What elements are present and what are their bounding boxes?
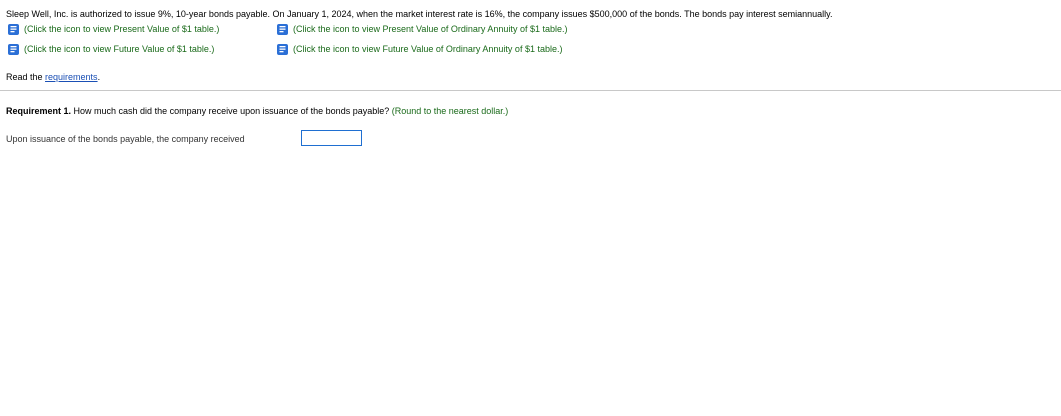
present-value-annuity-table-label[interactable]: (Click the icon to view Present Value of… [293, 24, 567, 35]
present-value-table-link[interactable]: (Click the icon to view Present Value of… [7, 23, 219, 36]
future-value-annuity-table-label[interactable]: (Click the icon to view Future Value of … [293, 44, 562, 55]
requirements-link[interactable]: requirements [45, 72, 98, 82]
read-suffix: . [97, 72, 101, 82]
problem-statement: Sleep Well, Inc. is authorized to issue … [6, 9, 833, 19]
requirement-label: Requirement 1. [6, 106, 72, 116]
book-icon[interactable] [7, 43, 20, 56]
book-icon[interactable] [276, 43, 289, 56]
requirement-question: Requirement 1. How much cash did the com… [6, 106, 508, 117]
present-value-annuity-table-link[interactable]: (Click the icon to view Present Value of… [276, 23, 567, 36]
read-prefix: Read the [6, 72, 46, 82]
book-icon[interactable] [7, 23, 20, 36]
cash-received-input[interactable] [301, 130, 362, 146]
future-value-table-label[interactable]: (Click the icon to view Future Value of … [24, 44, 214, 55]
future-value-annuity-table-link[interactable]: (Click the icon to view Future Value of … [276, 43, 562, 56]
requirement-text: How much cash did the company receive up… [71, 106, 392, 116]
read-requirements-line: Read the requirements. [6, 72, 100, 83]
rounding-note: (Round to the nearest dollar.) [391, 106, 509, 116]
answer-label: Upon issuance of the bonds payable, the … [6, 134, 245, 144]
book-icon[interactable] [276, 23, 289, 36]
section-divider [0, 90, 1061, 91]
present-value-table-label[interactable]: (Click the icon to view Present Value of… [24, 24, 219, 35]
future-value-table-link[interactable]: (Click the icon to view Future Value of … [7, 43, 214, 56]
